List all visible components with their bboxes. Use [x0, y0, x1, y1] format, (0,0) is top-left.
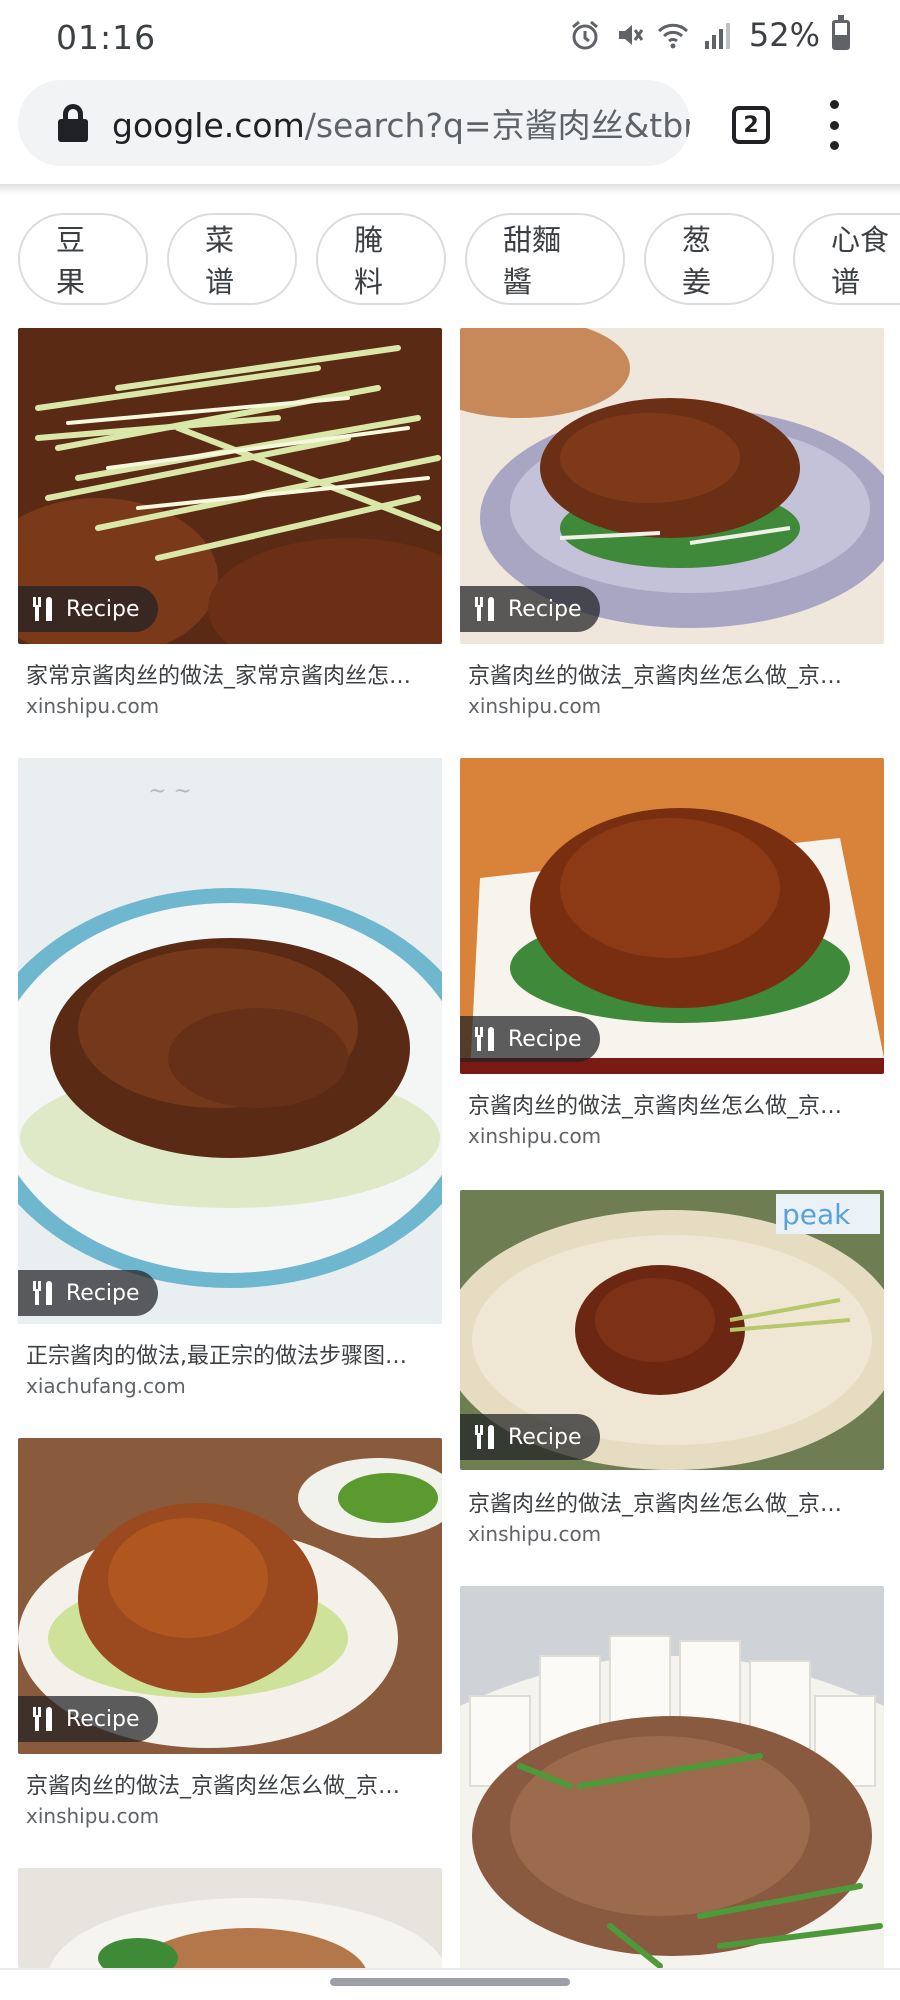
recipe-badge: Recipe: [460, 586, 600, 632]
gesture-nav-handle[interactable]: [330, 1978, 570, 1986]
fork-knife-icon: [32, 1281, 54, 1305]
recipe-badge: Recipe: [18, 1270, 158, 1316]
fork-knife-icon: [474, 1027, 496, 1051]
recipe-badge: Recipe: [18, 1696, 158, 1742]
fork-knife-icon: [32, 1707, 54, 1731]
recipe-label: Recipe: [508, 596, 582, 622]
result-title[interactable]: 京酱肉丝的做法_京酱肉丝怎么做_京…: [468, 1486, 878, 1518]
peak-watermark: peak: [782, 1198, 851, 1231]
result-title[interactable]: 京酱肉丝的做法_京酱肉丝怎么做_京…: [468, 1088, 878, 1120]
recipe-badge: Recipe: [460, 1414, 600, 1460]
result-title[interactable]: 京酱肉丝的做法_京酱肉丝怎么做_京…: [468, 658, 878, 690]
image-results-grid: Recipe 家常京酱肉丝的做法_家常京酱肉丝怎… xinshipu.com R…: [0, 0, 900, 2000]
result-image[interactable]: [18, 1868, 442, 1968]
recipe-badge: Recipe: [18, 586, 158, 632]
result-source: xinshipu.com: [468, 1522, 602, 1546]
result-source: xinshipu.com: [468, 1124, 602, 1148]
result-title[interactable]: 家常京酱肉丝的做法_家常京酱肉丝怎…: [26, 658, 436, 690]
recipe-label: Recipe: [508, 1424, 582, 1450]
result-source: xiachufang.com: [26, 1374, 186, 1398]
result-title[interactable]: 正宗酱肉的做法,最正宗的做法步骤图…: [26, 1338, 436, 1370]
result-source: xinshipu.com: [468, 694, 602, 718]
bottom-divider: [0, 1968, 900, 1970]
result-title[interactable]: 京酱肉丝的做法_京酱肉丝怎么做_京…: [26, 1768, 436, 1800]
recipe-label: Recipe: [508, 1026, 582, 1052]
recipe-label: Recipe: [66, 1706, 140, 1732]
recipe-badge: Recipe: [460, 1016, 600, 1062]
fork-knife-icon: [32, 597, 54, 621]
result-image[interactable]: [460, 1586, 884, 1968]
fork-knife-icon: [474, 1425, 496, 1449]
result-source: xinshipu.com: [26, 1804, 160, 1828]
recipe-label: Recipe: [66, 1280, 140, 1306]
svg-text:~ ~: ~ ~: [148, 779, 192, 804]
recipe-label: Recipe: [66, 596, 140, 622]
fork-knife-icon: [474, 597, 496, 621]
result-image[interactable]: ~ ~: [18, 758, 442, 1324]
result-source: xinshipu.com: [26, 694, 160, 718]
